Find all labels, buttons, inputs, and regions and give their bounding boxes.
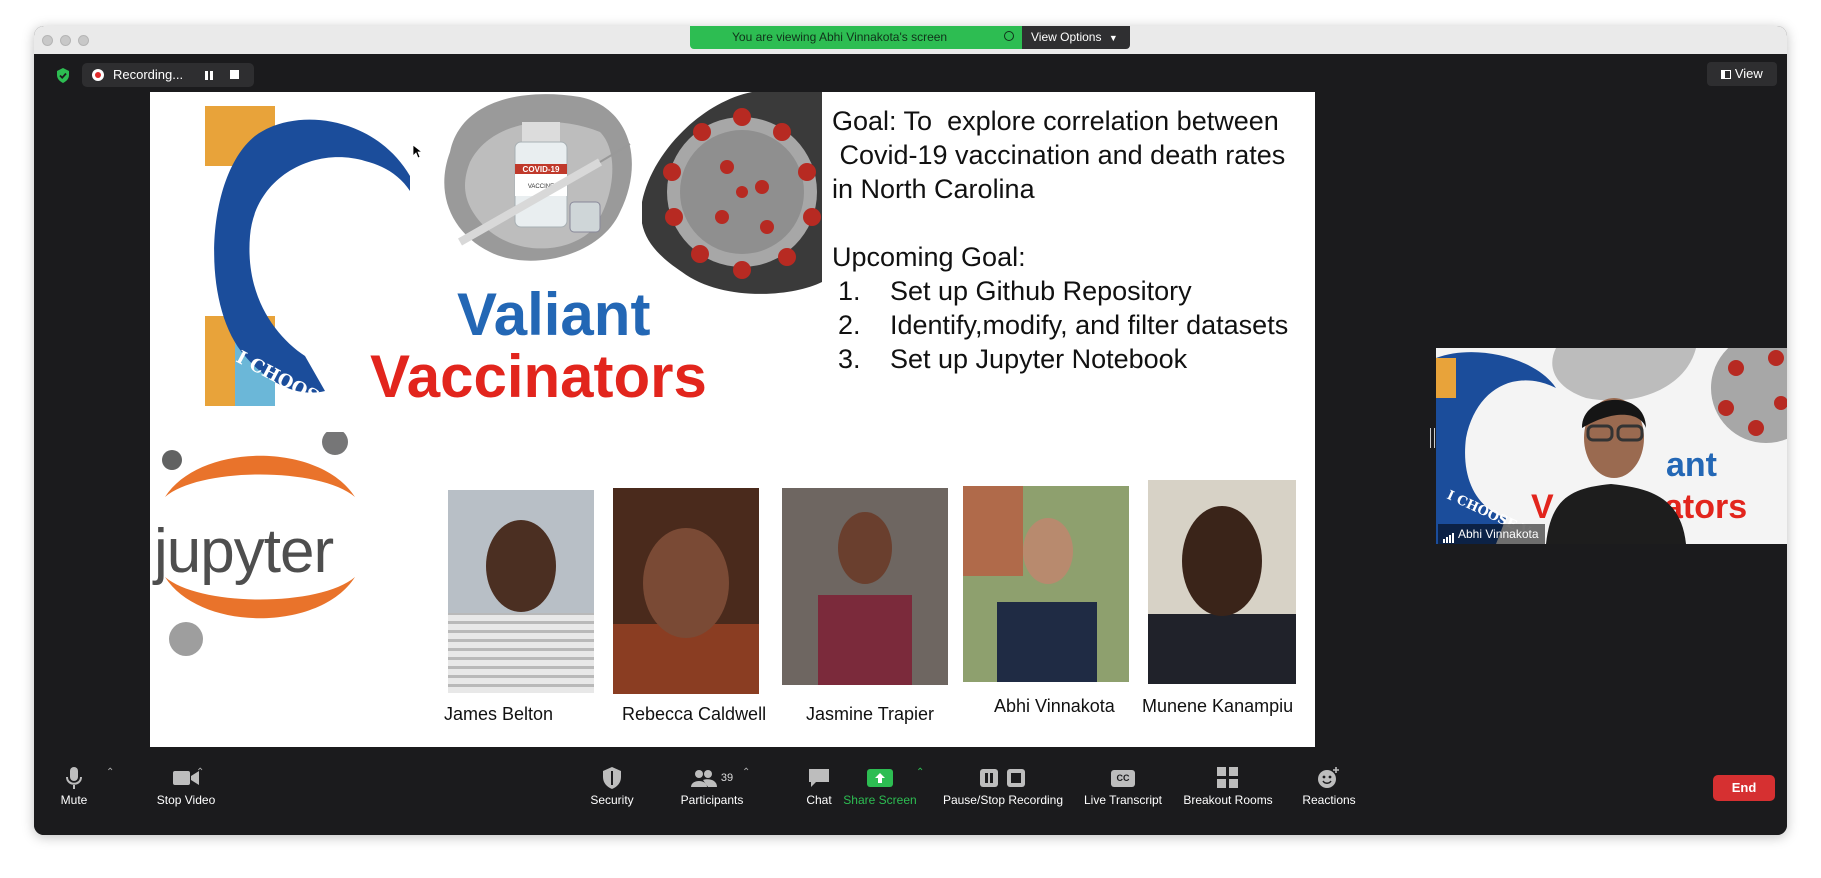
member-name-jasmine-trapier: Jasmine Trapier xyxy=(806,704,935,724)
record-icon xyxy=(92,69,104,81)
pause-recording-button[interactable] xyxy=(204,63,214,95)
upcoming-goal-title: Upcoming Goal: xyxy=(832,242,1026,272)
team-title-line2: Vaccinators xyxy=(370,343,707,410)
participants-label: Participants xyxy=(680,793,744,807)
reactions-button[interactable]: Reactions xyxy=(1292,765,1366,807)
member-photo-abhi-vinnakota xyxy=(963,486,1129,682)
participants-options-caret-icon[interactable]: ⌃ xyxy=(742,767,750,778)
participants-icon xyxy=(690,770,717,787)
shield-icon xyxy=(1004,31,1014,41)
stop-video-button[interactable]: Stop Video xyxy=(134,765,238,807)
share-options-caret-icon[interactable]: ⌃ xyxy=(916,767,924,778)
view-options-button[interactable]: View Options ▼ xyxy=(1022,26,1130,49)
view-options-label: View Options xyxy=(1031,30,1102,44)
team-title-line1: Valiant xyxy=(457,281,651,348)
participant-video-tile[interactable]: ant V ators I CHOOSE V Abhi Vinnakota xyxy=(1436,348,1787,544)
video-options-caret-icon[interactable]: ⌃ xyxy=(196,767,204,778)
view-layout-button[interactable]: View xyxy=(1707,62,1777,86)
pip-title-fragment-2: V xyxy=(1531,488,1554,526)
goal-line-2: Covid-19 vaccination and death rates xyxy=(832,140,1286,170)
encryption-shield-icon xyxy=(56,68,70,86)
microphone-icon xyxy=(66,767,82,789)
security-button[interactable]: Security xyxy=(572,765,652,807)
chat-label: Chat xyxy=(806,793,832,807)
smiley-add-icon xyxy=(1318,767,1339,788)
mute-button[interactable]: Mute xyxy=(48,765,100,807)
goal-line-1: Goal: To explore correlation between xyxy=(832,106,1279,136)
pause-stop-recording-button[interactable]: Pause/Stop Recording xyxy=(938,765,1068,807)
breakout-rooms-icon xyxy=(1217,767,1238,788)
recording-label: Recording... xyxy=(113,67,184,82)
covid-vaccine-image: COVID-19 VACCINE xyxy=(444,94,632,261)
cc-icon: CC xyxy=(1111,769,1135,787)
pip-resize-handle[interactable] xyxy=(1430,428,1435,448)
chat-button[interactable]: Chat xyxy=(794,765,844,807)
participant-name-tag: Abhi Vinnakota xyxy=(1438,524,1545,544)
signal-bars-icon xyxy=(1443,529,1454,544)
vaccine-vial-label: COVID-19 xyxy=(523,165,560,174)
chat-bubble-icon xyxy=(809,769,829,787)
recording-indicator: Recording... xyxy=(82,63,254,87)
security-label: Security xyxy=(590,793,634,807)
pause-stop-recording-icon xyxy=(980,769,1025,787)
share-screen-icon xyxy=(867,769,893,787)
live-transcript-button[interactable]: CC Live Transcript xyxy=(1078,765,1168,807)
view-layout-label: View xyxy=(1734,66,1763,81)
screen-share-banner: You are viewing Abhi Vinnakota's screen xyxy=(690,26,1022,49)
upcoming-goal-item: 3. Set up Jupyter Notebook xyxy=(838,344,1188,374)
participant-video-feed: ant V ators I CHOOSE V xyxy=(1436,348,1787,544)
goal-line-3: in North Carolina xyxy=(832,174,1035,204)
breakout-rooms-button[interactable]: Breakout Rooms xyxy=(1178,765,1278,807)
upcoming-goal-list: 1. Set up Github Repository 2. Identify,mo… xyxy=(832,274,1312,376)
audio-options-caret-icon[interactable]: ⌃ xyxy=(106,767,114,778)
zoom-window: You are viewing Abhi Vinnakota's screen … xyxy=(34,26,1787,835)
share-screen-label: Share Screen xyxy=(843,793,917,807)
upcoming-goal-item: 2. Identify,modify, and filter datasets xyxy=(838,310,1289,340)
zoom-window-button[interactable] xyxy=(78,35,89,46)
meeting-stage: Recording... View I CHOOSE V COVID-19 VA… xyxy=(34,54,1787,753)
member-name-rebecca-caldwell: Rebecca Caldwell xyxy=(622,704,767,724)
member-photo-rebecca-caldwell xyxy=(613,488,759,694)
member-name-munene-kanampiu: Munene Kanampiu xyxy=(1142,696,1294,716)
member-photo-munene-kanampiu xyxy=(1148,480,1296,684)
pause-stop-recording-label: Pause/Stop Recording xyxy=(942,793,1064,807)
mute-label: Mute xyxy=(60,793,88,807)
minimize-window-button[interactable] xyxy=(60,35,71,46)
close-window-button[interactable] xyxy=(42,35,53,46)
chevron-down-icon: ▼ xyxy=(1108,33,1118,43)
reactions-label: Reactions xyxy=(1302,793,1356,807)
goal-text-block: Goal: To explore correlation between Cov… xyxy=(832,104,1312,376)
upcoming-goal-item: 1. Set up Github Repository xyxy=(838,276,1192,306)
member-name-abhi-vinnakota: Abhi Vinnakota xyxy=(994,696,1115,716)
title-bar: You are viewing Abhi Vinnakota's screen … xyxy=(34,26,1787,55)
end-meeting-button[interactable]: End xyxy=(1713,775,1775,801)
meeting-toolbar: Mute ⌃ Stop Video ⌃ Security 39 Particip… xyxy=(34,753,1787,835)
security-shield-icon xyxy=(603,767,621,789)
live-transcript-label: Live Transcript xyxy=(1083,793,1163,807)
mouse-cursor-icon xyxy=(412,144,424,164)
jupyter-logo: jupyter xyxy=(150,432,380,672)
member-photo-james-belton xyxy=(448,490,594,693)
shared-screen-slide: I CHOOSE V COVID-19 VACCINE Valiant Vacc… xyxy=(150,92,1315,747)
participants-count: 39 xyxy=(720,772,734,784)
breakout-rooms-label: Breakout Rooms xyxy=(1183,793,1273,807)
pip-title-fragment-1: ant xyxy=(1666,446,1717,484)
screen-share-banner-text: You are viewing Abhi Vinnakota's screen xyxy=(732,30,948,44)
member-photo-jasmine-trapier xyxy=(782,488,948,685)
stop-recording-button[interactable] xyxy=(230,70,239,79)
stop-video-label: Stop Video xyxy=(156,793,216,807)
member-name-james-belton: James Belton xyxy=(444,704,554,724)
view-layout-icon xyxy=(1721,70,1732,79)
participant-name: Abhi Vinnakota xyxy=(1458,527,1539,541)
jupyter-wordmark: jupyter xyxy=(154,517,334,586)
coronavirus-image xyxy=(642,92,822,294)
share-screen-button[interactable]: Share Screen xyxy=(840,765,920,807)
